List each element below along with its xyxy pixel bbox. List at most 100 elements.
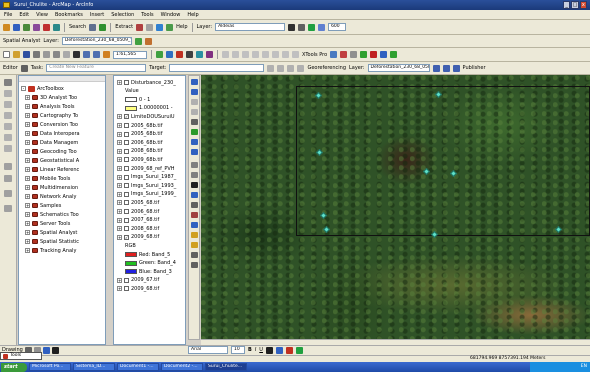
- back-icon[interactable]: [191, 139, 198, 145]
- globe-icon[interactable]: [13, 23, 20, 31]
- toc-layer[interactable]: +2007_68.tif: [117, 217, 159, 224]
- sketch-properties-icon[interactable]: [277, 64, 285, 72]
- new-document-icon[interactable]: [3, 51, 10, 58]
- merge-icon[interactable]: [4, 145, 12, 152]
- table-of-contents-icon[interactable]: [166, 51, 173, 58]
- expand-icon[interactable]: +: [25, 194, 30, 199]
- layer-visibility-checkbox[interactable]: [124, 148, 129, 154]
- pan-icon[interactable]: [191, 119, 198, 125]
- reshape-icon[interactable]: [4, 112, 12, 119]
- toc-layer[interactable]: +2006_68.tif: [117, 208, 159, 215]
- expand-icon[interactable]: +: [117, 174, 122, 180]
- georef-layer-select[interactable]: Deforestation_230_68_0509_Yea.t: [367, 64, 430, 72]
- toc-layer[interactable]: +2008_68b.tif: [117, 148, 162, 155]
- toc-layer[interactable]: +2006_68b.tif: [117, 139, 162, 146]
- point-icon[interactable]: [298, 23, 306, 31]
- layer-visibility-checkbox[interactable]: [124, 140, 129, 146]
- expand-icon[interactable]: +: [25, 131, 30, 136]
- split-line-icon[interactable]: [4, 134, 12, 141]
- text-tool-icon[interactable]: [51, 346, 59, 354]
- expand-icon[interactable]: +: [25, 185, 30, 190]
- bold-icon[interactable]: B: [248, 347, 252, 353]
- toc-layer[interactable]: + Imgs_Surui_1993_: [117, 182, 176, 189]
- expand-icon[interactable]: +: [117, 140, 122, 146]
- expand-icon[interactable]: +: [25, 248, 30, 253]
- italic-icon[interactable]: I: [255, 347, 256, 353]
- pencil-icon[interactable]: [146, 23, 154, 31]
- whats-this-icon[interactable]: [206, 51, 213, 58]
- redo-icon[interactable]: [93, 51, 100, 58]
- expand-icon[interactable]: +: [25, 113, 30, 118]
- contour-icon[interactable]: [144, 37, 152, 45]
- layer-visibility-checkbox[interactable]: [124, 217, 129, 223]
- cut-icon[interactable]: [43, 51, 50, 58]
- toolbox-item[interactable]: + Mobile Tools: [25, 175, 70, 182]
- underline-icon[interactable]: U: [259, 347, 263, 353]
- toolbox-item[interactable]: + Data Managem: [25, 139, 78, 146]
- menu-file[interactable]: File: [4, 12, 12, 18]
- minimize-button[interactable]: _: [563, 1, 571, 9]
- publisher-menu[interactable]: Publisher: [463, 65, 486, 71]
- full-extent-icon[interactable]: [191, 129, 198, 135]
- toolbox-item[interactable]: + Linear Referenc: [25, 166, 79, 173]
- undock-icon[interactable]: [4, 175, 12, 182]
- xtools-pro-menu[interactable]: XTools Pro: [302, 52, 327, 58]
- undo-icon[interactable]: [83, 51, 90, 58]
- expand-icon[interactable]: +: [117, 191, 122, 197]
- cut-icon[interactable]: [136, 23, 144, 31]
- expand-icon[interactable]: +: [25, 158, 30, 163]
- dock-icon[interactable]: [4, 163, 12, 170]
- expand-icon[interactable]: +: [117, 123, 122, 128]
- fill-color-icon[interactable]: [275, 346, 283, 354]
- effects-icon[interactable]: [191, 242, 198, 248]
- collapse-icon[interactable]: -: [21, 86, 26, 91]
- layer-visibility-checkbox[interactable]: [124, 191, 129, 197]
- toolbox-item[interactable]: + Network Analy: [25, 193, 76, 200]
- arctoolbox-icon[interactable]: [176, 51, 183, 58]
- vertex-icon[interactable]: [232, 51, 239, 58]
- select-elements-icon[interactable]: [191, 182, 198, 188]
- toc-layer[interactable]: +2005_68b.tif: [117, 122, 162, 129]
- menu-edit[interactable]: Edit: [19, 12, 29, 18]
- taskbar-item-active[interactable]: Surui_Chulite...: [205, 363, 247, 371]
- cut-polygon-icon[interactable]: [4, 123, 12, 130]
- layer-visibility-checkbox[interactable]: [124, 80, 129, 85]
- chart-icon[interactable]: [390, 51, 398, 58]
- layer-visibility-checkbox[interactable]: [124, 209, 129, 214]
- paste-icon[interactable]: [63, 51, 70, 58]
- toolbox-item[interactable]: + Cartography To: [25, 112, 78, 119]
- flicker-icon[interactable]: [191, 262, 198, 268]
- menu-view[interactable]: View: [36, 12, 48, 18]
- toc-layer[interactable]: + Imgs_Surui_1999_: [117, 191, 176, 198]
- help-button[interactable]: Help: [176, 24, 187, 30]
- search-icon[interactable]: [89, 23, 97, 31]
- fixed-zoom-in-icon[interactable]: [191, 99, 198, 105]
- taskbar-item[interactable]: Microsoft Po...: [29, 363, 71, 371]
- toolbox-item[interactable]: + Conversion Too: [25, 121, 78, 128]
- line-color-icon[interactable]: [285, 346, 293, 354]
- copy-icon[interactable]: [53, 51, 60, 58]
- forward-icon[interactable]: [191, 149, 198, 155]
- expand-icon[interactable]: +: [25, 122, 30, 127]
- toc-layer[interactable]: +2005_68b.tif: [117, 131, 162, 138]
- sketch-tool-icon[interactable]: [20, 64, 28, 72]
- georeferencing-menu[interactable]: Georeferencing: [307, 65, 346, 71]
- histogram-icon[interactable]: [134, 37, 142, 45]
- expand-icon[interactable]: +: [117, 166, 122, 171]
- search-button[interactable]: Search: [69, 24, 86, 30]
- layer-visibility-checkbox[interactable]: [124, 286, 129, 292]
- square-icon[interactable]: [292, 51, 299, 58]
- menu-help[interactable]: Help: [187, 12, 198, 18]
- expand-icon[interactable]: +: [25, 140, 30, 145]
- expand-icon[interactable]: +: [25, 239, 30, 244]
- stop-icon[interactable]: [370, 51, 378, 58]
- toolbox-item[interactable]: + Samples: [25, 202, 61, 209]
- extract-button[interactable]: Extract: [115, 24, 133, 30]
- expand-icon[interactable]: +: [25, 212, 30, 217]
- measure-icon[interactable]: [191, 212, 198, 218]
- layer-visibility-checkbox[interactable]: [124, 123, 129, 128]
- menu-insert[interactable]: Insert: [90, 12, 104, 18]
- pointer-icon[interactable]: [4, 79, 12, 86]
- toolbox-item[interactable]: + Geostatistical A: [25, 157, 79, 164]
- flag-icon[interactable]: [308, 23, 316, 31]
